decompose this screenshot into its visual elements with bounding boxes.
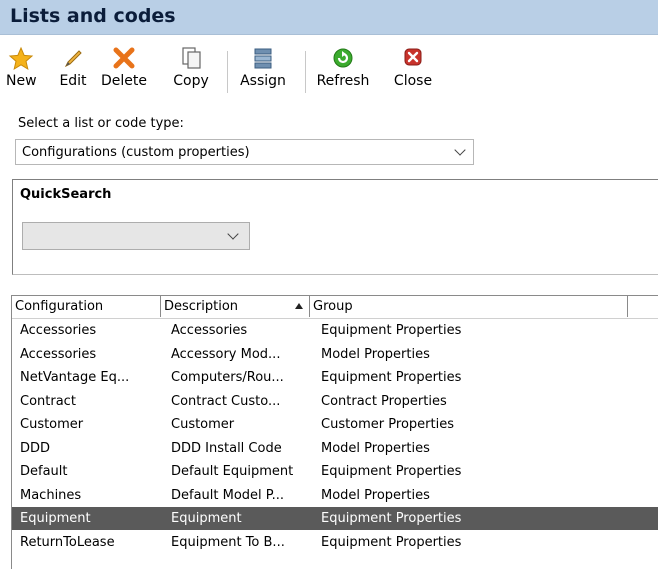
cell-configuration: Equipment: [20, 511, 91, 526]
refresh-icon: [333, 48, 353, 68]
new-button[interactable]: New: [6, 45, 37, 97]
edit-label: Edit: [59, 73, 87, 89]
cell-configuration: Contract: [20, 393, 76, 409]
chevron-down-icon: [454, 144, 466, 156]
column-header-label: Configuration: [15, 299, 104, 314]
close-icon: [404, 48, 422, 66]
copy-icon: [182, 47, 201, 69]
cell-group: Equipment Properties: [321, 534, 462, 550]
table-row[interactable]: Contract Contract Custo... Contract Proper…: [12, 390, 658, 413]
table-row[interactable]: DDD DDD Install Code Model Properties: [12, 437, 658, 460]
column-header-group[interactable]: Group: [310, 296, 628, 317]
table-row[interactable]: NetVantage Eq... Computers/Rou... Equipmen…: [12, 366, 658, 389]
cell-configuration: ReturnToLease: [20, 534, 115, 550]
cell-configuration: NetVantage Eq...: [20, 370, 130, 385]
cell-configuration: Machines: [20, 487, 82, 503]
copy-label: Copy: [173, 73, 209, 89]
table-row[interactable]: Accessories Accessory Mod... Model Propert…: [12, 343, 658, 366]
table-row[interactable]: ReturnToLease Equipment To B... Equipment …: [12, 531, 658, 554]
quicksearch-title: QuickSearch: [20, 187, 112, 202]
list-type-value: Configurations (custom properties): [22, 145, 250, 160]
cell-description: Contract Custo...: [171, 393, 281, 409]
column-header-configuration[interactable]: Configuration: [12, 296, 161, 317]
table-row[interactable]: Default Default Equipment Equipment Proper…: [12, 460, 658, 483]
column-header-filler: [628, 296, 658, 317]
star-icon: [8, 46, 34, 71]
close-button[interactable]: Close: [390, 45, 436, 97]
assign-icon: [254, 48, 272, 69]
assign-button[interactable]: Assign: [236, 45, 290, 97]
cell-configuration: Customer: [20, 417, 84, 432]
title-bar: Lists and codes: [0, 0, 658, 35]
list-type-dropdown[interactable]: Configurations (custom properties): [15, 139, 474, 165]
cell-configuration: Default: [20, 464, 68, 479]
assign-label: Assign: [240, 73, 286, 89]
cell-configuration: DDD: [20, 440, 51, 456]
toolbar-separator: [305, 51, 306, 93]
cell-group: Equipment Properties: [321, 370, 462, 385]
cell-description: Equipment: [171, 511, 242, 526]
column-header-label: Group: [313, 299, 353, 314]
new-label: New: [6, 73, 37, 89]
table-row[interactable]: Machines Default Model P... Model Properti…: [12, 484, 658, 507]
cell-group: Equipment Properties: [321, 323, 462, 338]
delete-label: Delete: [101, 73, 147, 89]
pencil-icon: [64, 50, 82, 68]
cell-group: Model Properties: [321, 440, 430, 456]
cell-description: Customer: [171, 417, 235, 432]
cell-group: Customer Properties: [321, 417, 454, 432]
edit-button[interactable]: Edit: [56, 45, 90, 97]
delete-button[interactable]: Delete: [100, 45, 148, 97]
close-label: Close: [393, 73, 433, 89]
refresh-label: Refresh: [316, 73, 370, 89]
copy-button[interactable]: Copy: [168, 45, 214, 97]
quicksearch-dropdown[interactable]: [22, 222, 250, 250]
cell-description: Accessories: [171, 323, 248, 338]
table-row[interactable]: Accessories Accessories Equipment Properti…: [12, 319, 658, 342]
main-panel: Select a list or code type: Configuratio…: [0, 99, 658, 569]
cell-group: Contract Properties: [321, 393, 447, 409]
refresh-button[interactable]: Refresh: [313, 45, 373, 97]
sort-ascending-icon: [295, 303, 303, 309]
cell-description: DDD Install Code: [171, 440, 282, 456]
cell-description: Default Model P...: [171, 487, 285, 503]
cell-description: Accessory Mod...: [171, 346, 281, 362]
grid-header: Configuration Description Group: [12, 296, 658, 319]
cell-configuration: Accessories: [20, 323, 97, 338]
cell-group: Model Properties: [321, 487, 430, 503]
cell-group: Equipment Properties: [321, 511, 462, 526]
cell-description: Equipment To B...: [171, 534, 285, 550]
configuration-grid: Configuration Description Group Accessor…: [11, 295, 658, 569]
cell-group: Equipment Properties: [321, 464, 462, 479]
window-title: Lists and codes: [10, 5, 176, 27]
quicksearch-panel: QuickSearch: [12, 179, 658, 275]
column-header-label: Description: [164, 299, 239, 314]
cell-description: Computers/Rou...: [171, 370, 284, 385]
cell-description: Default Equipment: [171, 464, 294, 479]
chevron-down-icon: [227, 228, 239, 240]
delete-x-icon: [113, 47, 135, 69]
toolbar-separator: [227, 51, 228, 93]
table-row[interactable]: Customer Customer Customer Properties: [12, 413, 658, 436]
list-type-label: Select a list or code type:: [18, 116, 184, 131]
table-row[interactable]: Equipment Equipment Equipment Properties: [12, 507, 658, 530]
cell-configuration: Accessories: [20, 346, 97, 362]
cell-group: Model Properties: [321, 346, 430, 362]
column-header-description[interactable]: Description: [161, 296, 310, 317]
toolbar: New Edit Delete Copy Assign Refresh Clos…: [0, 35, 658, 99]
